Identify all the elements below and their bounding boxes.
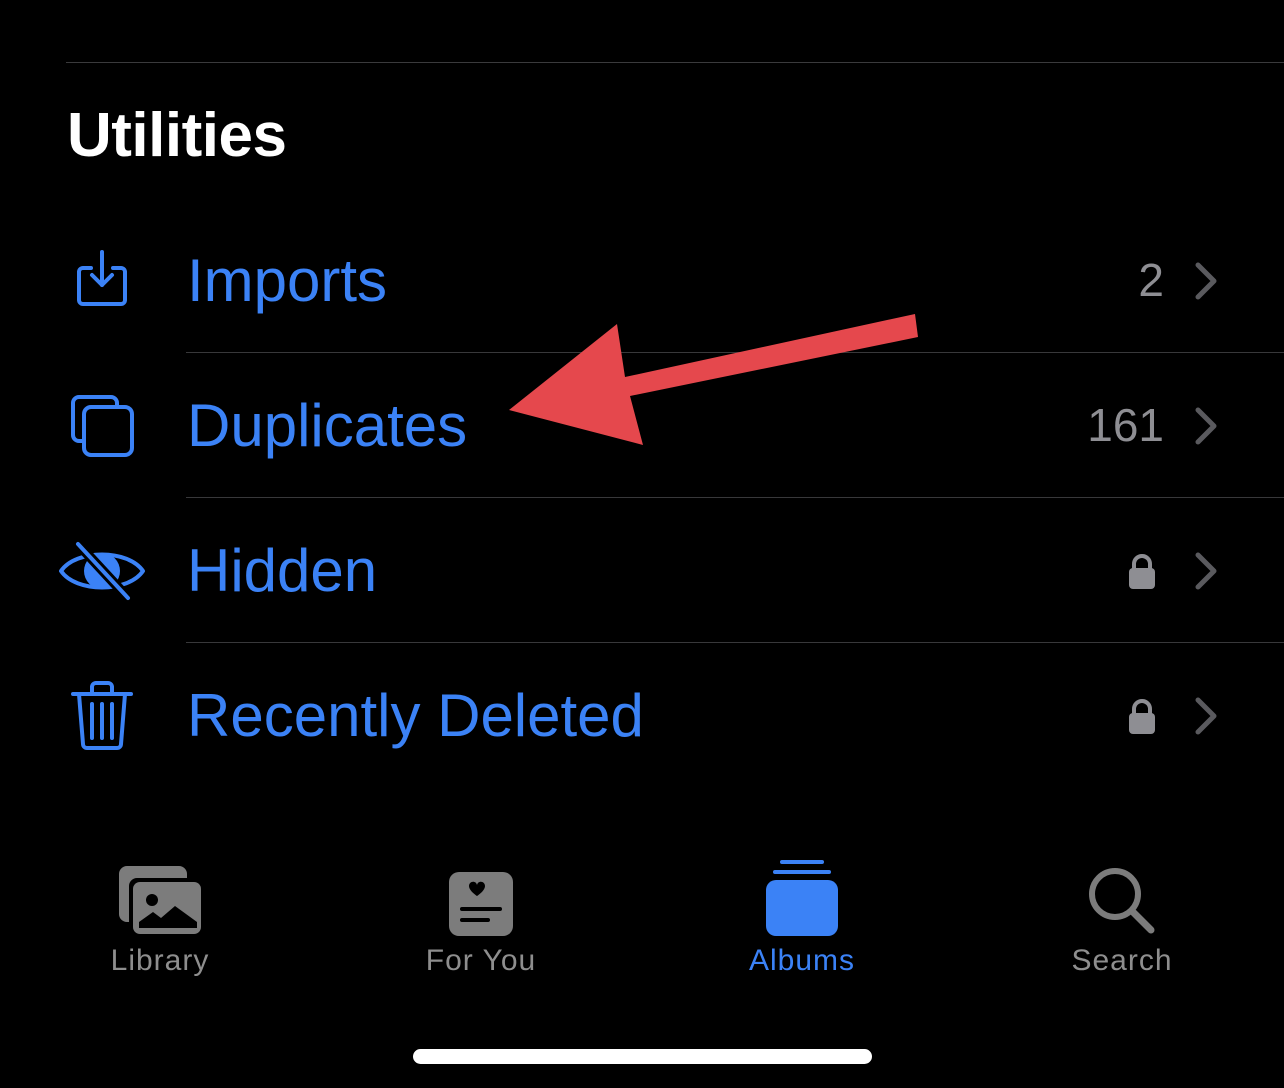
tab-library[interactable]: Library [50,850,270,990]
photo-stack-icon [115,850,205,936]
chevron-right-icon [1194,208,1218,353]
row-label: Imports [187,247,388,314]
eye-slash-icon [52,498,152,643]
row-label: Duplicates [187,392,468,459]
tab-label: For You [425,944,537,977]
row-imports[interactable]: Imports 2 [0,208,1284,353]
tab-label: Search [1071,944,1173,977]
chevron-right-icon [1194,643,1218,788]
tab-label: Albums [748,944,856,977]
row-hidden[interactable]: Hidden [0,498,1284,643]
tab-search[interactable]: Search [1012,850,1232,990]
import-tray-icon [52,208,152,353]
chevron-right-icon [1194,353,1218,498]
trash-icon [52,643,152,788]
lock-icon [1128,498,1156,643]
row-label: Hidden [187,537,378,604]
row-label: Recently Deleted [187,682,644,749]
row-recently-deleted[interactable]: Recently Deleted [0,643,1284,788]
duplicate-squares-icon [52,353,152,498]
top-separator [66,62,1284,63]
section-title: Utilities [67,101,287,170]
home-indicator[interactable] [413,1049,872,1064]
tab-albums[interactable]: Albums [692,850,912,990]
albums-stack-icon [766,850,838,936]
search-icon [1087,850,1157,936]
tab-label: Library [110,944,210,977]
chevron-right-icon [1194,498,1218,643]
lock-icon [1128,643,1156,788]
row-count: 161 [1087,399,1164,451]
tab-for-you[interactable]: For You [371,850,591,990]
tab-bar: Library For You Albums Search [0,850,1284,990]
row-duplicates[interactable]: Duplicates 161 [0,353,1284,498]
row-count: 2 [1138,254,1164,306]
heart-card-icon [449,850,513,936]
